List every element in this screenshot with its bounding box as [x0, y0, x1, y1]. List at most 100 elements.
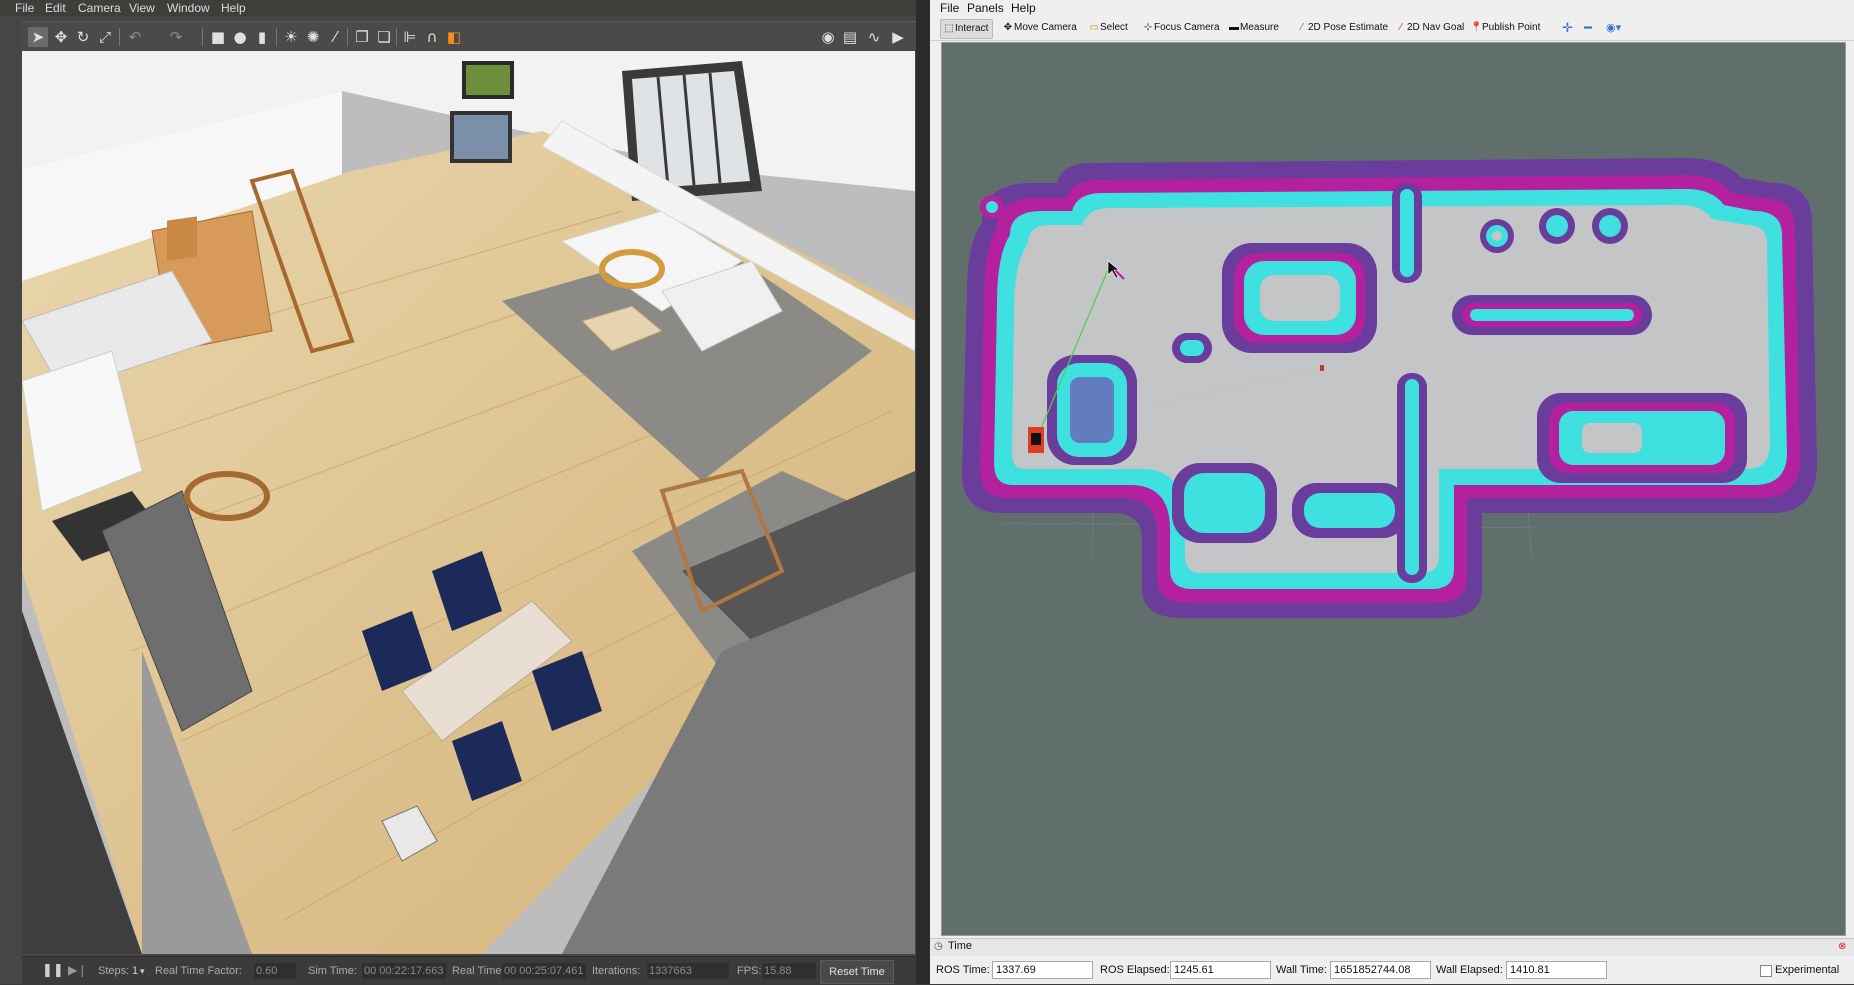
- scale-mode-icon[interactable]: ⤢: [95, 27, 115, 47]
- undo-icon[interactable]: ↶: [125, 27, 145, 47]
- measure-icon: ▬: [1229, 22, 1239, 33]
- focus-camera-icon: ⊹: [1143, 22, 1153, 33]
- rtf-label: Real Time Factor:: [155, 965, 242, 977]
- select-tool[interactable]: ▭Select: [1086, 19, 1132, 37]
- close-panel-icon[interactable]: ⊗: [1838, 941, 1846, 952]
- point-light-icon[interactable]: ☀: [281, 27, 301, 47]
- house-render: [22, 51, 915, 954]
- gazebo-menu-window[interactable]: Window: [167, 0, 210, 16]
- time-panel-header: ◷ Time ⊗: [930, 938, 1854, 957]
- focus-camera-tool[interactable]: ⊹ Focus Camera: [1140, 19, 1224, 37]
- gazebo-menu-help[interactable]: Help: [221, 0, 246, 16]
- rtf-value: 0.60: [254, 963, 296, 979]
- experimental-label: Experimental: [1775, 964, 1840, 976]
- select-icon: ▭: [1089, 22, 1099, 33]
- copy-icon[interactable]: ❐: [352, 27, 372, 47]
- rotate-mode-icon[interactable]: ↻: [73, 27, 93, 47]
- interact-label: Interact: [955, 23, 989, 34]
- move-camera-tool[interactable]: ✥ Move Camera: [1000, 19, 1081, 37]
- pose-estimate-tool[interactable]: ⁄ 2D Pose Estimate: [1294, 19, 1392, 37]
- wall-time-value[interactable]: 1651852744.08: [1330, 961, 1431, 979]
- real-time-label: Real Time:: [452, 965, 505, 977]
- time-panel-title: Time: [948, 940, 973, 952]
- rviz-menu-panels[interactable]: Panels: [967, 0, 1004, 16]
- gazebo-menubar: File Edit Camera View Window Help: [0, 0, 926, 16]
- paste-icon[interactable]: ❏: [374, 27, 394, 47]
- rviz-toolbar: ⬚Interact ✥ Move Camera ▭Select ⊹ Focus Ca…: [930, 16, 1854, 41]
- log-icon[interactable]: ▤: [840, 27, 860, 47]
- gazebo-menu-view[interactable]: View: [129, 0, 155, 16]
- iterations-value: 1337663: [647, 963, 729, 979]
- pose-estimate-label: 2D Pose Estimate: [1308, 22, 1389, 33]
- box-shape-icon[interactable]: ■: [208, 27, 228, 47]
- steps-value[interactable]: 1: [132, 957, 138, 985]
- move-camera-icon: ✥: [1003, 22, 1013, 33]
- gazebo-3d-scene[interactable]: [22, 51, 915, 954]
- snap-icon[interactable]: ∩: [422, 27, 442, 47]
- rviz-window: File Panels Help ⬚Interact ✥ Move Camera …: [930, 0, 1854, 984]
- fps-value: 15.88: [762, 963, 816, 979]
- publish-point-tool[interactable]: 📍Publish Point: [1468, 19, 1544, 37]
- interact-tool[interactable]: ⬚Interact: [940, 19, 994, 39]
- steps-dropdown-icon[interactable]: ▾: [140, 957, 145, 985]
- gazebo-menu-file[interactable]: File: [15, 0, 34, 16]
- gazebo-status-bar: ❚❚ ▶❘ Steps: 1 ▾ Real Time Factor: 0.60 …: [22, 956, 920, 985]
- publish-point-label: Publish Point: [1482, 22, 1541, 33]
- pose-estimate-icon: ⁄: [1301, 22, 1303, 33]
- sim-time-value: 00 00:22:17.663: [362, 963, 446, 979]
- screenshot-icon[interactable]: ◉: [818, 27, 838, 47]
- wall-elapsed-value[interactable]: 1410.81: [1506, 961, 1607, 979]
- sim-time-label: Sim Time:: [308, 965, 357, 977]
- rviz-menu-file[interactable]: File: [940, 0, 959, 16]
- nav-goal-label: 2D Nav Goal: [1407, 22, 1465, 33]
- align-icon[interactable]: ⊫: [400, 27, 420, 47]
- real-time-value: 00 00:25:07.461: [502, 963, 586, 979]
- sphere-shape-icon[interactable]: ●: [230, 27, 250, 47]
- ros-time-label: ROS Time:: [936, 964, 990, 976]
- spot-light-icon[interactable]: ✺: [303, 27, 323, 47]
- fps-label: FPS:: [737, 965, 762, 977]
- cylinder-shape-icon[interactable]: ▮: [252, 27, 272, 47]
- nav-goal-icon: ⁄: [1400, 22, 1402, 33]
- plot-icon[interactable]: ∿: [864, 27, 884, 47]
- iterations-label: Iterations:: [592, 965, 641, 977]
- ros-time-value[interactable]: 1337.69: [992, 961, 1093, 979]
- measure-tool[interactable]: ▬Measure: [1226, 19, 1283, 37]
- directional-light-icon[interactable]: ⁄: [325, 27, 345, 47]
- step-icon[interactable]: ▶❘: [68, 963, 87, 977]
- translate-mode-icon[interactable]: ✥: [51, 27, 71, 47]
- rviz-menubar: File Panels Help: [930, 0, 1854, 16]
- interact-icon: ⬚: [944, 23, 954, 34]
- measure-label: Measure: [1240, 22, 1279, 33]
- time-panel: ROS Time: 1337.69 ROS Elapsed: 1245.61 W…: [930, 956, 1854, 984]
- select-mode-icon[interactable]: ➤: [28, 27, 48, 47]
- clock-icon: ◷: [934, 941, 943, 952]
- gazebo-window: File Edit Camera View Window Help ➤ ✥ ↻ …: [0, 0, 926, 985]
- focus-camera-label: Focus Camera: [1154, 22, 1220, 33]
- ros-elapsed-value[interactable]: 1245.61: [1170, 961, 1271, 979]
- remove-tool-icon[interactable]: ━: [1582, 19, 1596, 37]
- costmap-render: [962, 158, 1817, 618]
- wall-time-label: Wall Time:: [1276, 964, 1327, 976]
- publish-point-icon: 📍: [1470, 22, 1483, 33]
- gazebo-menu-camera[interactable]: Camera: [78, 0, 121, 16]
- experimental-checkbox[interactable]: [1760, 965, 1772, 977]
- rviz-3d-view[interactable]: [941, 42, 1846, 936]
- video-record-icon[interactable]: ▶: [888, 27, 908, 47]
- gazebo-toolbar: ➤ ✥ ↻ ⤢ ↶ ↷ ■ ● ▮ ☀ ✺ ⁄ ❐ ❏ ⊫ ∩ ◧ ◉ ▤ ∿ …: [22, 21, 920, 52]
- window-divider: [916, 0, 930, 984]
- select-label: Select: [1100, 22, 1128, 33]
- redo-icon[interactable]: ↷: [166, 27, 186, 47]
- reset-time-button[interactable]: Reset Time: [820, 960, 894, 984]
- wall-elapsed-label: Wall Elapsed:: [1436, 964, 1503, 976]
- add-tool-icon[interactable]: ✛: [1560, 19, 1577, 37]
- rviz-menu-help[interactable]: Help: [1011, 0, 1036, 16]
- gazebo-menu-edit[interactable]: Edit: [45, 0, 66, 16]
- move-camera-label: Move Camera: [1014, 22, 1077, 33]
- tool-properties-icon[interactable]: ◉▾: [1604, 19, 1625, 37]
- nav-goal-tool[interactable]: ⁄ 2D Nav Goal: [1393, 19, 1468, 37]
- change-view-icon[interactable]: ◧: [444, 27, 464, 47]
- ros-elapsed-label: ROS Elapsed:: [1100, 964, 1170, 976]
- steps-label: Steps:: [98, 965, 130, 977]
- pause-icon[interactable]: ❚❚: [42, 963, 64, 978]
